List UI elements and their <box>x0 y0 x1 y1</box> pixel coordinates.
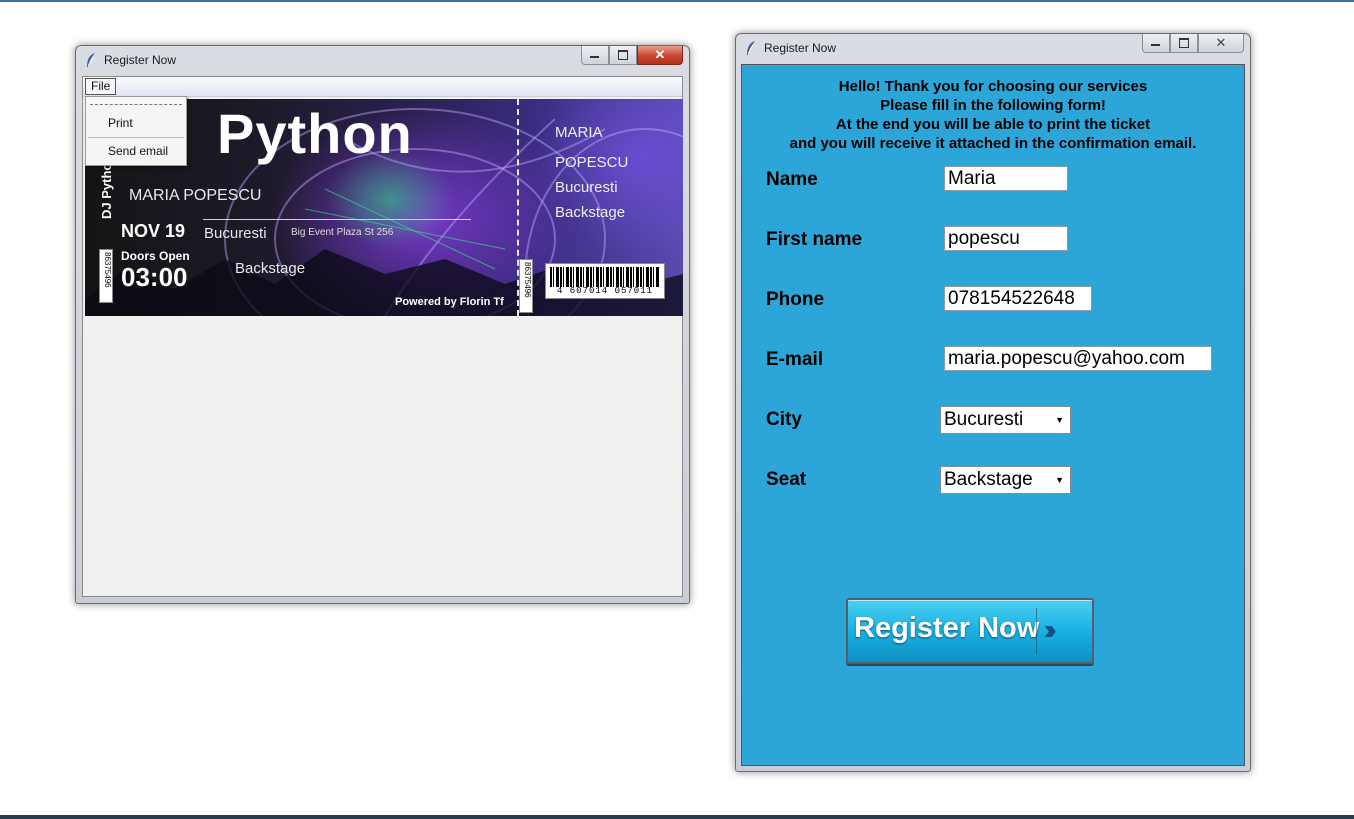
menu-separator <box>88 137 184 138</box>
email-field[interactable]: maria.popescu@yahoo.com <box>944 346 1212 371</box>
first-name-label: First name <box>766 229 863 250</box>
barcode-bars <box>550 267 660 287</box>
first-name-field[interactable]: popescu <box>944 226 1068 251</box>
maximize-button[interactable] <box>1170 34 1198 53</box>
stub-first-name: MARIA <box>555 124 603 141</box>
stub-seat: Backstage <box>555 204 626 221</box>
ticket-serial-right: 86375496 <box>519 259 533 313</box>
minimize-icon <box>1151 44 1160 46</box>
barcode: 4 607014 057011 <box>545 263 665 299</box>
double-chevron-right-icon: ›› <box>1044 614 1056 645</box>
phone-label: Phone <box>766 289 825 310</box>
email-label: E-mail <box>766 349 824 370</box>
form-window: Register Now ✕ Hello! Thank you for choo… <box>735 33 1251 772</box>
ticket-window-client: File Python DJ Python MARIA POPESCU NOV … <box>82 76 683 597</box>
minimize-button[interactable] <box>1142 34 1170 53</box>
city-select[interactable]: Bucuresti ▼ <box>940 406 1071 434</box>
register-button[interactable]: Register Now ›› <box>846 598 1094 664</box>
intro-line: Please fill in the following form! <box>880 97 1106 114</box>
desktop-top-edge <box>0 0 1354 2</box>
name-label: Name <box>766 169 818 190</box>
ticket-window: Register Now ✕ File Python DJ Python MAR… <box>75 45 690 604</box>
ticket-serial-text: 86375496 <box>103 252 112 288</box>
seat-select-value: Backstage <box>944 469 1033 490</box>
menu-bar: File <box>83 77 682 97</box>
form-window-titlebar[interactable]: Register Now ✕ <box>736 34 1250 62</box>
taskbar-edge <box>0 815 1354 819</box>
dropdown-arrow-icon: ▼ <box>1055 475 1064 485</box>
close-icon: ✕ <box>1215 35 1227 50</box>
intro-line: and you will receive it attached in the … <box>789 135 1197 152</box>
ticket-window-title: Register Now <box>104 53 177 67</box>
intro-line: Hello! Thank you for choosing our servic… <box>838 78 1148 95</box>
close-button[interactable]: ✕ <box>1198 34 1244 53</box>
feather-icon <box>87 53 95 67</box>
minimize-button[interactable] <box>581 46 609 65</box>
register-button-label: Register Now <box>854 612 1040 644</box>
ticket-serial-left: 86375496 <box>99 249 113 303</box>
ticket-venue: Big Event Plaza St 256 <box>291 227 394 238</box>
stub-city: Bucuresti <box>555 179 618 196</box>
ticket-underline <box>203 219 471 220</box>
menu-item-print[interactable]: Print <box>108 116 133 130</box>
city-label: City <box>766 409 802 430</box>
ticket-title: Python <box>217 102 413 165</box>
menu-file[interactable]: File <box>85 78 117 95</box>
seat-label: Seat <box>766 469 807 490</box>
phone-field[interactable]: 078154522648 <box>944 286 1092 311</box>
intro-text: Hello! Thank you for choosing our servic… <box>742 77 1244 153</box>
ticket-serial-text: 86375496 <box>523 262 532 298</box>
menu-tearoff[interactable] <box>90 104 182 105</box>
file-menu-dropdown: Print Send email <box>85 96 187 166</box>
ticket-powered-by: Powered by Florin Tf <box>395 296 504 308</box>
form-window-title: Register Now <box>764 41 837 55</box>
feather-icon <box>747 41 755 55</box>
ticket-doors-label: Doors Open <box>121 249 190 263</box>
close-button[interactable]: ✕ <box>637 46 683 65</box>
maximize-icon <box>1179 38 1189 48</box>
ticket-full-name: MARIA POPESCU <box>129 187 262 204</box>
seat-select[interactable]: Backstage ▼ <box>940 466 1071 494</box>
ticket-window-titlebar[interactable]: Register Now ✕ <box>76 46 689 74</box>
stub-last-name: POPESCU <box>555 154 629 171</box>
maximize-icon <box>618 50 628 60</box>
barcode-number: 4 607014 057011 <box>556 286 653 296</box>
ticket-date: NOV 19 <box>121 221 186 241</box>
intro-line: At the end you will be able to print the… <box>835 116 1151 133</box>
ticket-city: Bucuresti <box>204 225 267 242</box>
name-field[interactable]: Maria <box>944 166 1068 191</box>
form-panel: Hello! Thank you for choosing our servic… <box>741 64 1245 766</box>
menu-item-send-email[interactable]: Send email <box>108 144 168 158</box>
ticket-seat: Backstage <box>235 260 306 277</box>
city-select-value: Bucuresti <box>944 409 1024 430</box>
close-icon: ✕ <box>654 47 666 62</box>
dropdown-arrow-icon: ▼ <box>1055 415 1064 425</box>
maximize-button[interactable] <box>609 46 637 65</box>
register-button-divider <box>1036 608 1037 654</box>
ticket-time: 03:00 <box>121 262 188 292</box>
minimize-icon <box>590 56 599 58</box>
